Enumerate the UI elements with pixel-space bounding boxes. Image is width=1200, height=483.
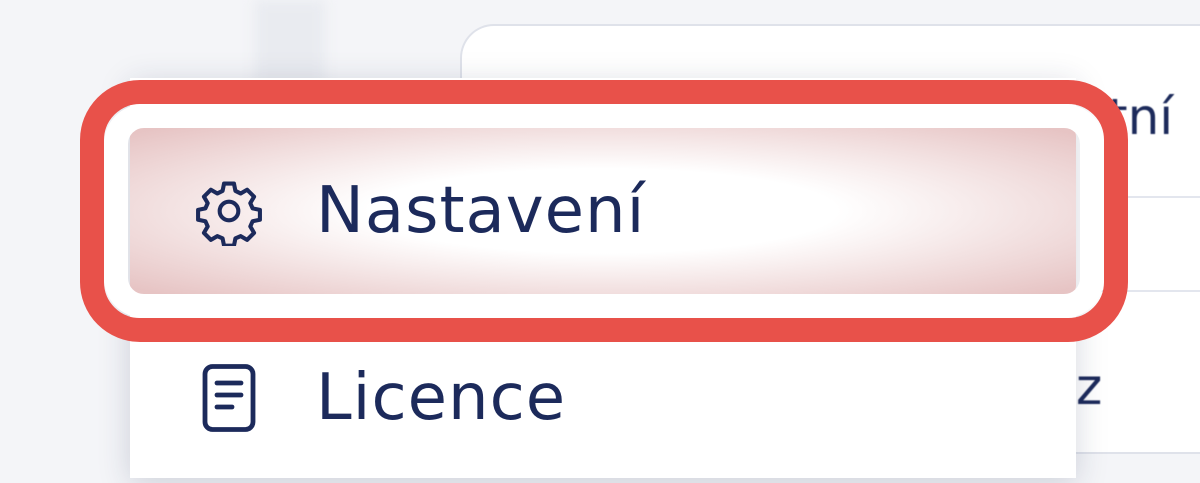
document-icon [192,361,266,435]
background-divider [1080,290,1200,292]
menu-item-label: Licence [316,361,567,435]
menu-item-settings[interactable]: Nastavení [130,126,1076,296]
background-text-fragment: tní [1108,88,1174,146]
dropdown-menu: Nastavení Licence [130,78,1076,478]
menu-item-licence[interactable]: Licence [130,313,1076,483]
background-divider [1080,196,1200,198]
background-text-fragment: z [1076,358,1103,416]
menu-item-label: Nastavení [316,174,646,248]
gear-icon [192,174,266,248]
